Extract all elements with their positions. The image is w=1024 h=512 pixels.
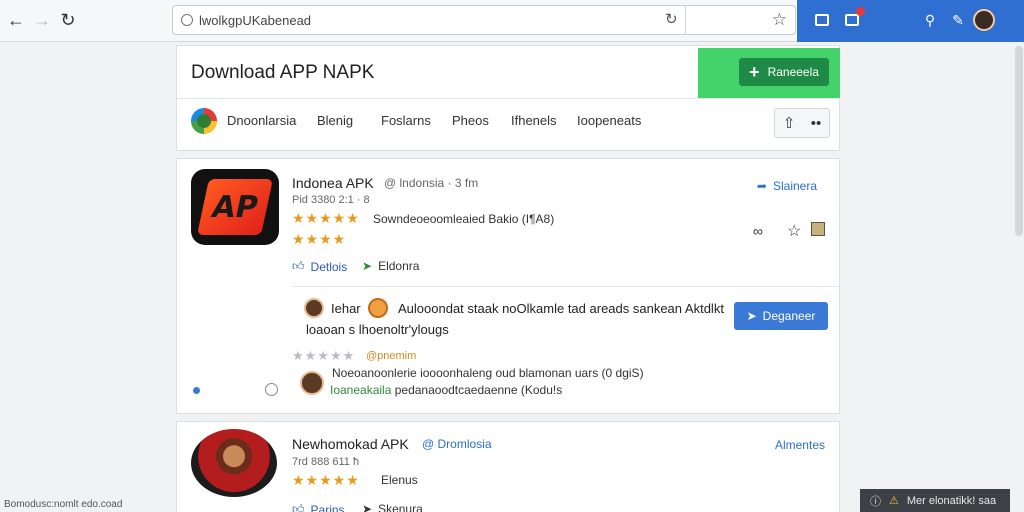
rating-text: Sowndeoeoomleaied Bakio (I¶A8) xyxy=(373,212,555,226)
rating-stars: ★★★★★ xyxy=(292,210,360,226)
download-label: Deganeer xyxy=(762,309,816,323)
more-icon[interactable]: •• xyxy=(811,115,822,132)
reply-text-2: Ioaneakaila pedanaoodtcaedaenne (Kodu!s xyxy=(330,383,562,397)
share-link-secondary[interactable]: ➤ Eldonra xyxy=(362,259,419,273)
app-subtitle: 7rd 888 611 ħ xyxy=(292,456,360,468)
address-divider xyxy=(685,6,686,34)
back-icon[interactable]: ← xyxy=(4,8,28,32)
app-card: Newhomokad APK @ Dromlosia 7rd 888 611 ħ… xyxy=(176,421,840,512)
reply-text: Noeoanoonlerie ioooonhaleng oud blamonan… xyxy=(332,366,644,380)
nav-link-2[interactable]: Blenig xyxy=(317,113,353,128)
app-meta: @ Dromlosia xyxy=(422,437,492,451)
page-header: Download APP NAPK + Raneeela Dnoonlarsia… xyxy=(176,45,840,151)
address-bar[interactable]: lwolkgpUKabenead ↻ ☆ xyxy=(172,5,796,35)
share-link-secondary[interactable]: ➤ Skenura xyxy=(362,502,423,512)
plus-icon: + xyxy=(749,61,760,82)
pen-icon[interactable]: ✎ xyxy=(947,9,969,31)
user-handle[interactable]: @pnemim xyxy=(366,350,416,362)
comment-text: Aulooondat staak noOlkamle tad areads sa… xyxy=(398,301,724,316)
download-button[interactable]: ➤ Deganeer xyxy=(734,302,828,330)
share-link-label: Slainera xyxy=(772,179,817,193)
browser-toolbar: ← → ↻ lwolkgpUKabenead ↻ ☆ ⚲ ✎ xyxy=(0,0,1024,42)
profile-avatar[interactable] xyxy=(973,9,995,31)
download-icon: ➤ xyxy=(746,309,757,323)
bookmark-star-icon[interactable]: ☆ xyxy=(772,10,787,30)
download-banner: + Raneeela xyxy=(698,48,840,98)
warning-icon: ⚠ xyxy=(889,495,899,507)
nav-link-4[interactable]: Pheos xyxy=(452,113,489,128)
comments-divider xyxy=(292,286,839,287)
download-status-bar[interactable]: ⓘ ⚠ Mer elonatikk! saa xyxy=(860,489,1010,512)
category-nav: Dnoonlarsia Blenig Foslarns Pheos Ifhene… xyxy=(177,106,839,144)
app-icon[interactable] xyxy=(191,429,277,497)
key-icon[interactable]: ⚲ xyxy=(919,9,941,31)
url-text: lwolkgpUKabenead xyxy=(199,13,312,28)
share-arrow-icon: ➦ xyxy=(756,179,767,193)
site-logo[interactable] xyxy=(191,108,217,134)
thumbs-up-icon: 👍︎ xyxy=(292,502,305,512)
nav-link-5[interactable]: Ifhenels xyxy=(511,113,557,128)
app-meta: @ lndonsia · 3 fm xyxy=(384,176,479,190)
reload-icon[interactable]: ↻ xyxy=(56,8,80,32)
send-icon: ➤ xyxy=(362,259,373,273)
details-label: Detlois xyxy=(310,259,348,274)
image-icon[interactable] xyxy=(811,222,825,236)
status-dot xyxy=(193,387,200,394)
header-divider xyxy=(177,98,839,99)
details-link[interactable]: 👍︎ Parins xyxy=(292,502,345,512)
send-icon: ➤ xyxy=(362,502,373,512)
search-icon xyxy=(181,14,193,26)
share-icon[interactable]: ⇧ xyxy=(783,114,796,132)
page-title: Download APP NAPK xyxy=(191,62,375,83)
download-status-text: Mer elonatikk! saa xyxy=(906,494,997,507)
info-icon: ⓘ xyxy=(870,495,881,508)
details-link[interactable]: 👍︎ Detlois xyxy=(292,259,347,274)
secondary-label: Elenus xyxy=(381,473,418,487)
app-title[interactable]: Indonea APK xyxy=(292,175,374,191)
refresh-icon[interactable]: ↻ xyxy=(665,10,678,28)
app-card: AP Indonea APK @ lndonsia · 3 fm Pid 338… xyxy=(176,158,840,414)
share-secondary-label: Eldonra xyxy=(378,259,420,273)
nav-link-6[interactable]: Ioopeneats xyxy=(577,113,641,128)
comment-text-continued: loaoan s lhoenoltr'ylougs xyxy=(306,322,449,337)
header-download-label: Raneeela xyxy=(767,65,819,79)
commenter-avatar xyxy=(304,298,324,318)
scrollbar-thumb[interactable] xyxy=(1015,46,1023,236)
nav-link-3[interactable]: Foslarns xyxy=(381,113,431,128)
forward-icon[interactable]: → xyxy=(30,8,54,32)
reply-body: pedanaoodtcaedaenne (Kodu!s xyxy=(394,383,563,397)
reply-author[interactable]: Ioaneakaila xyxy=(330,383,391,397)
app-logo-glyph: AP xyxy=(197,179,273,235)
commenter-avatar-2 xyxy=(368,298,388,318)
app-subtitle: Pid 3380 2:1 · 8 xyxy=(292,194,370,206)
rating-stars-secondary: ★★★★ xyxy=(292,231,347,247)
share-secondary-label: Skenura xyxy=(378,502,423,512)
app-title[interactable]: Newhomokad APK xyxy=(292,436,409,452)
details-label: Parins xyxy=(310,502,345,512)
reply-avatar xyxy=(300,371,324,395)
status-url: Bomodusc:nomlt edo.coad xyxy=(0,497,127,512)
thumbs-up-icon: 👍︎ xyxy=(292,259,305,273)
nav-actions: ⇧ •• xyxy=(774,108,830,138)
app-icon[interactable]: AP xyxy=(191,169,279,245)
tab-icon[interactable] xyxy=(811,9,833,31)
header-download-button[interactable]: + Raneeela xyxy=(739,58,829,86)
nav-link-1[interactable]: Dnoonlarsia xyxy=(227,113,296,128)
rating-stars: ★★★★★ xyxy=(292,472,360,488)
notification-dot xyxy=(856,7,865,16)
comment-author: Iehar xyxy=(331,301,361,316)
link-icon[interactable]: ∞ xyxy=(753,223,763,239)
share-link[interactable]: ➦ Slainera xyxy=(757,179,817,193)
user-rating-stars[interactable]: ★★★★★ xyxy=(292,348,355,364)
clock-icon xyxy=(265,383,278,396)
favorite-star-icon[interactable]: ☆ xyxy=(787,221,801,241)
learn-more-link[interactable]: Almentes xyxy=(775,438,825,452)
